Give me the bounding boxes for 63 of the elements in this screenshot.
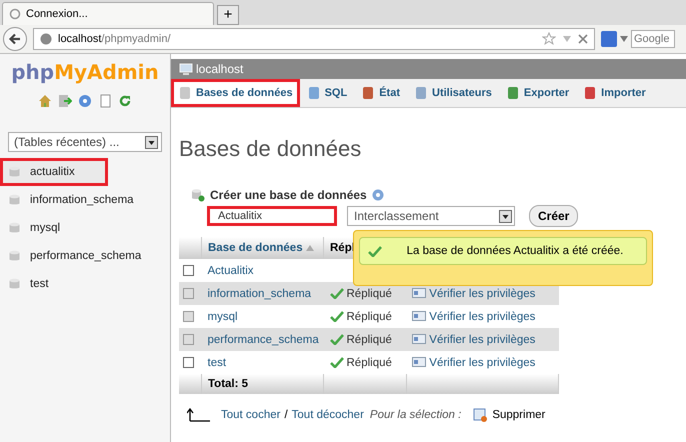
selection-label: Pour la sélection : (370, 409, 462, 421)
database-item[interactable]: performance_schema (0, 242, 150, 270)
new-tab-button[interactable]: + (217, 5, 239, 25)
close-icon[interactable] (578, 34, 588, 44)
help-icon[interactable] (78, 94, 92, 108)
section-title: Créer une base de données (210, 188, 367, 202)
monitor-icon (179, 63, 193, 75)
total-count: Total: 5 (202, 374, 324, 394)
dropdown-icon[interactable] (562, 35, 572, 43)
replication-status: Répliqué (346, 288, 392, 300)
check-icon (330, 310, 344, 322)
recent-tables-dropdown[interactable]: (Tables récentes) ... (8, 132, 162, 152)
replication-status: Répliqué (346, 310, 392, 322)
globe-icon (40, 33, 52, 45)
database-name-field[interactable]: Actualitix (207, 206, 337, 226)
table-delete-icon (473, 408, 488, 422)
database-link[interactable]: test (202, 351, 324, 374)
arrow-up-icon (187, 408, 211, 422)
server-link[interactable]: localhost (196, 62, 244, 76)
address-bar[interactable]: localhost/phpmyadmin/ (33, 28, 595, 50)
page-heading: Bases de données (179, 136, 362, 162)
replication-status: Répliqué (346, 356, 392, 368)
home-icon[interactable] (38, 94, 52, 108)
check-all-link[interactable]: Tout cocher (221, 409, 280, 421)
replication-status: Répliqué (346, 334, 392, 346)
delete-button[interactable]: Supprimer (473, 408, 546, 422)
nav-tab[interactable]: Utilisateurs (407, 79, 499, 107)
collation-dropdown[interactable]: Interclassement (347, 206, 515, 226)
browser-tab[interactable]: Connexion... (2, 2, 214, 25)
loading-icon (9, 8, 21, 20)
database-add-icon (191, 188, 205, 202)
uncheck-all-link[interactable]: Tout décocher (292, 409, 364, 421)
nav-tab[interactable]: Bases de données (171, 79, 300, 107)
reload-icon[interactable] (118, 94, 132, 108)
nav-tab[interactable]: Importer (576, 79, 653, 107)
check-icon (368, 246, 382, 256)
nav-tab[interactable]: Exporter (498, 79, 576, 107)
back-button[interactable] (3, 27, 27, 51)
nav-tab[interactable]: SQL (300, 79, 354, 107)
logo[interactable]: phpMyAdmin (11, 60, 159, 84)
nav-tab[interactable]: État (354, 79, 407, 107)
database-item[interactable]: actualitix (0, 158, 108, 186)
column-header[interactable]: Base de données (202, 237, 324, 259)
create-button[interactable]: Créer (529, 205, 578, 227)
search-field[interactable]: Google (631, 30, 675, 48)
back-icon (8, 32, 22, 46)
privileges-link[interactable]: Vérifier les privilèges (429, 356, 536, 368)
help-icon[interactable] (372, 189, 384, 201)
database-link[interactable]: Actualitix (202, 259, 324, 282)
separator: / (284, 409, 288, 421)
exit-icon[interactable] (58, 94, 72, 108)
database-item[interactable]: test (0, 270, 58, 298)
sort-icon[interactable] (306, 245, 314, 251)
check-icon (330, 288, 344, 299)
star-icon[interactable] (542, 32, 556, 46)
row-checkbox[interactable] (183, 356, 194, 368)
database-item[interactable]: information_schema (0, 186, 143, 214)
row-checkbox[interactable] (183, 264, 194, 276)
message-text: La base de données Actualitix a été créée. (406, 245, 624, 257)
check-icon (330, 356, 344, 368)
dropdown-icon[interactable] (620, 36, 628, 42)
database-item[interactable]: mysql (0, 214, 70, 242)
check-icon (330, 334, 344, 345)
